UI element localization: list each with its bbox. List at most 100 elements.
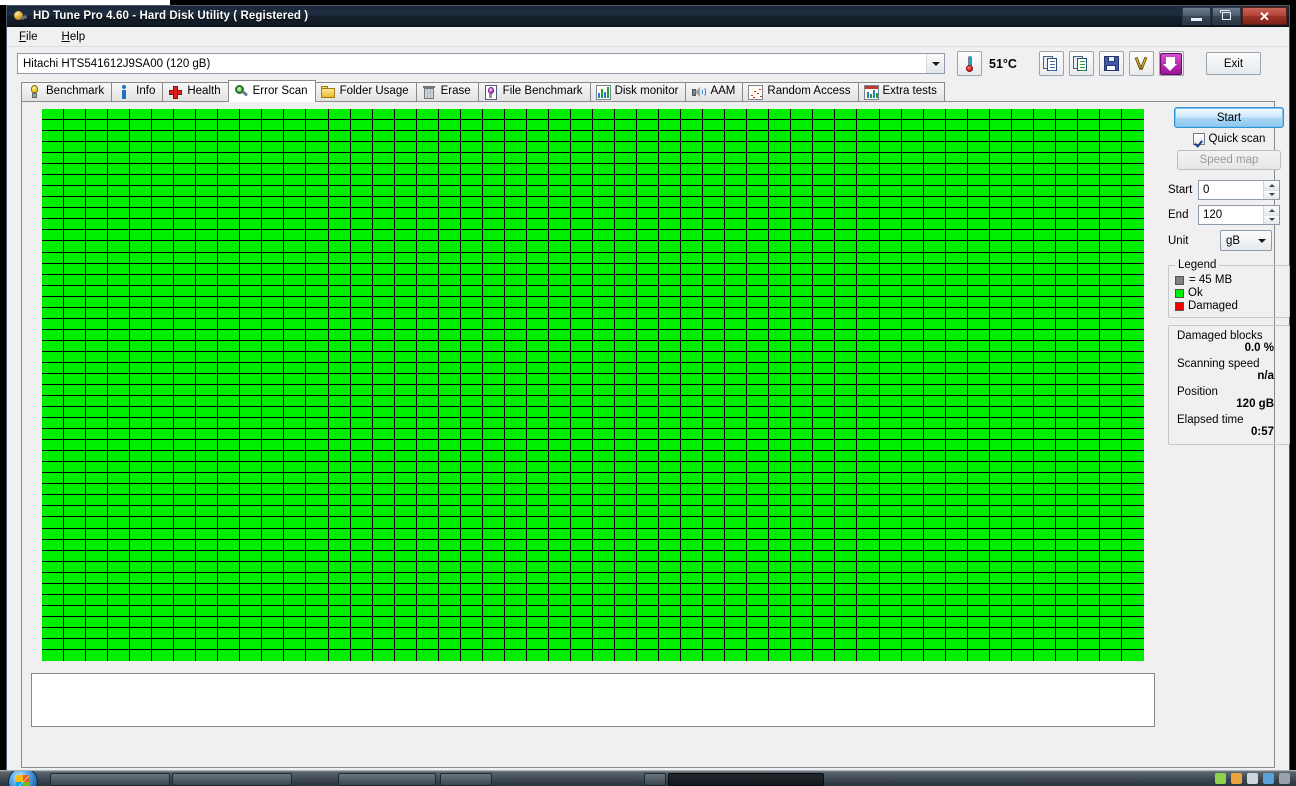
block-cell [240,605,263,617]
taskbar-window-4[interactable] [440,773,492,786]
block-cell [218,120,241,132]
block-cell [967,627,990,639]
block-cell [438,263,461,275]
menu-file[interactable]: File [15,29,48,45]
end-spin-up[interactable] [1263,206,1279,216]
block-cell [1121,340,1144,352]
tab-disk-monitor[interactable]: Disk monitor [589,82,687,101]
quick-scan-checkbox[interactable]: Quick scan [1168,133,1290,145]
tab-extra-tests[interactable]: Extra tests [857,82,945,101]
tab-error-scan[interactable]: Error Scan [227,80,316,102]
clock-icon[interactable] [1279,773,1290,784]
volume-icon[interactable] [1231,773,1242,784]
tab-file-benchmark[interactable]: File Benchmark [477,82,591,101]
background-black-strip [1290,0,1296,780]
unit-combobox[interactable]: gB [1220,230,1272,251]
block-cell [64,407,87,419]
drive-select-arrow[interactable] [926,54,944,73]
stat-elapsed-time-value: 0:57 [1250,426,1274,438]
block-cell [438,219,461,231]
block-cell [769,384,792,397]
taskbar-window-1[interactable] [50,773,170,786]
block-cell [460,594,483,606]
block-cell [813,164,836,176]
block-cell [791,274,814,286]
block-cell [923,638,946,650]
save-button[interactable] [1098,51,1124,76]
tab-info[interactable]: Info [111,82,164,101]
maximize-button[interactable] [1212,7,1241,25]
taskbar-window-2[interactable] [172,773,292,786]
block-cell [328,285,351,297]
log-output-box[interactable] [31,673,1155,727]
tab-benchmark[interactable]: Benchmark [21,82,113,101]
monitor-icon[interactable] [1263,773,1274,784]
block-cell [945,517,968,529]
block-cell [306,583,329,595]
end-spin-buttons[interactable] [1263,206,1279,224]
temperature-button[interactable] [957,51,982,76]
start-spinbox[interactable]: 0 [1198,180,1280,200]
tab-random-access[interactable]: Random Access [742,82,859,101]
start-spin-down[interactable] [1263,190,1279,199]
block-cell [923,362,946,374]
copy-image-button[interactable] [1068,51,1094,76]
block-cell [108,561,131,573]
options-button[interactable] [1128,51,1154,76]
taskbar-window-3[interactable] [338,773,436,786]
block-cell [857,285,880,297]
info-icon [117,84,132,100]
download-button[interactable] [1158,51,1184,76]
block-cell [923,285,946,297]
block-cell [813,396,836,408]
taskbar-window-6[interactable] [668,773,824,786]
error-scan-block-map[interactable] [42,109,1144,661]
block-cell [835,263,858,275]
block-cell [1055,109,1078,121]
block-cell [901,120,924,132]
block-cell [637,495,660,507]
start-spin-up[interactable] [1263,181,1279,191]
end-spin-down[interactable] [1263,215,1279,224]
block-cell [284,109,307,121]
shield-icon[interactable] [1247,773,1258,784]
tab-erase[interactable]: Erase [415,82,479,101]
block-cell [593,373,616,385]
block-cell [438,274,461,286]
window-titlebar[interactable]: HD Tune Pro 4.60 - Hard Disk Utility ( R… [7,6,1289,27]
close-button[interactable]: ✕ [1242,7,1287,25]
block-cell [791,219,814,231]
block-cell [659,153,682,165]
start-spin-buttons[interactable] [1263,181,1279,199]
windows-start-orb-icon[interactable] [8,771,38,786]
speed-map-button[interactable]: Speed map [1177,150,1281,170]
end-spinbox[interactable]: 120 [1198,205,1280,225]
minimize-button[interactable] [1182,7,1211,25]
exit-button[interactable]: Exit [1205,52,1261,75]
end-input-value: 120 [1203,209,1223,221]
tab-health[interactable]: Health [162,82,229,101]
network-icon[interactable] [1215,773,1226,784]
block-cell [350,340,373,352]
menu-help[interactable]: Help [58,29,96,45]
stat-elapsed-time-label: Elapsed time [1177,414,1244,426]
block-cell [615,572,638,584]
block-cell [791,142,814,154]
tab-folder-usage[interactable]: Folder Usage [314,82,417,101]
drive-select-combobox[interactable]: Hitachi HTS541612J9SA00 (120 gB) [17,53,945,74]
block-cell [879,649,902,661]
block-cell [86,109,109,121]
block-cell [174,583,197,595]
block-cell [42,263,65,275]
start-button[interactable]: Start [1174,107,1284,128]
block-cell [901,263,924,275]
copy-text-button[interactable] [1038,51,1064,76]
block-cell [64,109,87,121]
taskbar-window-5[interactable] [644,773,666,786]
block-cell [482,583,505,595]
block-cell [989,627,1012,639]
tab-aam[interactable]: AAM [685,82,744,101]
block-cell [526,473,549,485]
block-cell [901,495,924,507]
block-cell [769,373,792,385]
